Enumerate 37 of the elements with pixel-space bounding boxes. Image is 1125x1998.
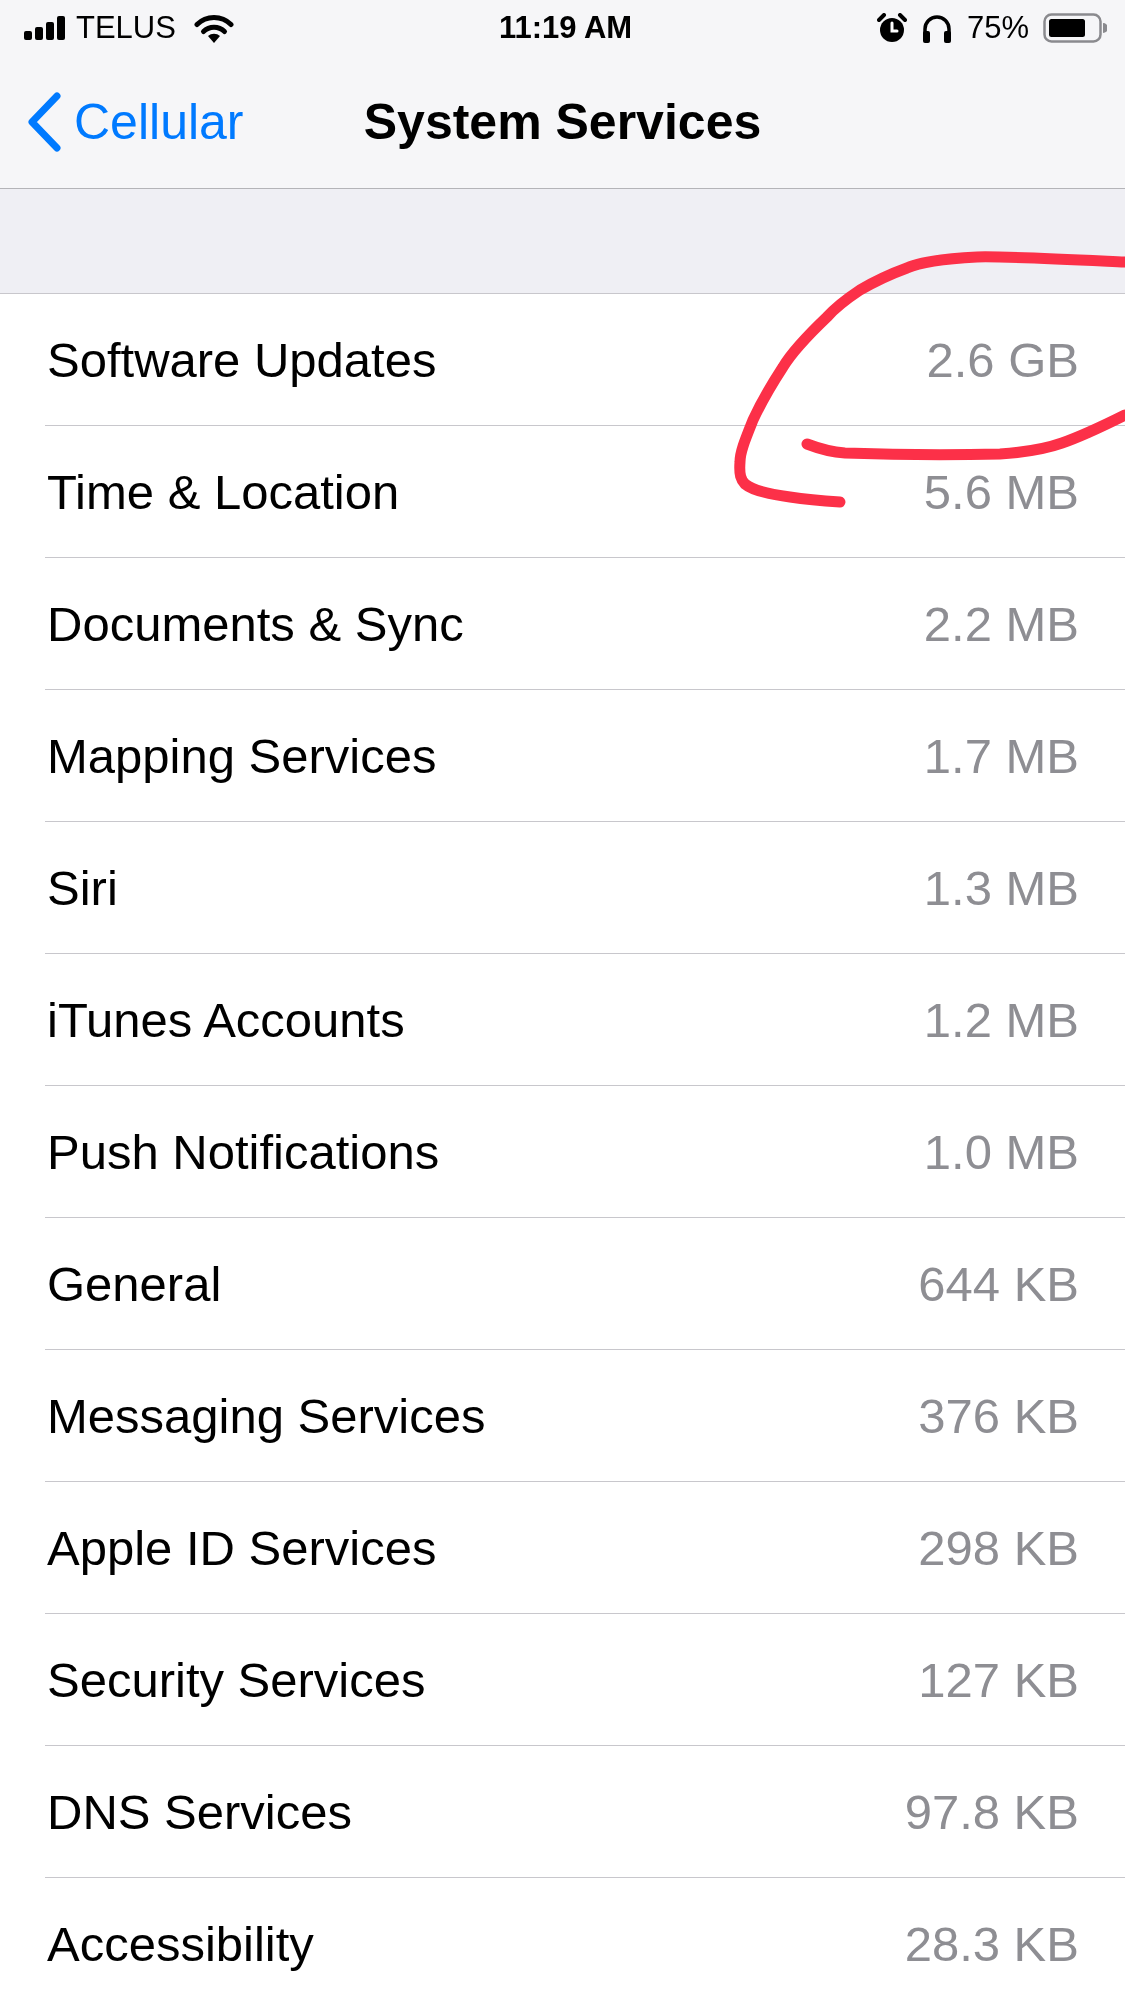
service-name: General [47,1255,222,1312]
back-button[interactable]: Cellular [0,90,250,154]
data-usage: 1.7 MB [923,727,1079,784]
service-name: Software Updates [47,331,437,388]
wifi-icon [193,13,234,43]
service-name: DNS Services [47,1783,352,1840]
service-name: Mapping Services [47,727,437,784]
service-name: Time & Location [47,463,400,520]
chevron-left-icon [26,91,62,153]
data-usage: 298 KB [918,1519,1079,1576]
service-name: Accessibility [47,1915,314,1972]
data-usage: 1.0 MB [923,1123,1079,1180]
data-usage: 644 KB [918,1255,1079,1312]
battery-icon [1043,13,1107,43]
service-name: Apple ID Services [47,1519,437,1576]
alarm-clock-icon [876,13,907,43]
service-name: iTunes Accounts [47,991,405,1048]
data-usage: 1.2 MB [923,991,1079,1048]
data-usage: 5.6 MB [923,463,1079,520]
nav-title: System Services [363,93,762,151]
status-time: 11:19 AM [498,10,633,46]
data-usage: 2.6 GB [926,331,1079,388]
service-name: Push Notifications [47,1123,440,1180]
data-usage: 376 KB [918,1387,1079,1444]
carrier-name: TELUS [76,10,176,46]
battery-percentage: 75% [966,10,1029,46]
signal-bars-icon [24,16,66,40]
service-name: Siri [47,859,118,916]
data-usage: 97.8 KB [904,1783,1079,1840]
data-usage: 1.3 MB [923,859,1079,916]
headphones-icon [920,13,953,43]
service-name: Messaging Services [47,1387,486,1444]
data-usage: 28.3 KB [904,1915,1079,1972]
service-name: Security Services [47,1651,426,1708]
data-usage: 2.2 MB [923,595,1079,652]
service-name: Documents & Sync [47,595,464,652]
data-usage: 127 KB [918,1651,1079,1708]
